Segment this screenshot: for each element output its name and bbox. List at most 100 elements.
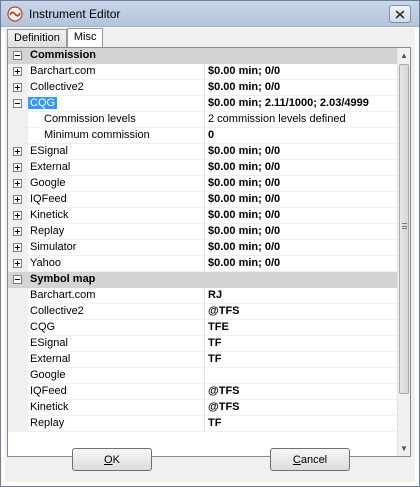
tab-misc[interactable]: Misc [66, 28, 104, 48]
property-name: Google [28, 176, 205, 191]
property-value[interactable]: TFE [205, 320, 398, 335]
close-button[interactable] [389, 5, 411, 23]
grid-property-row[interactable]: Simulator $0.00 min; 0/0 [8, 240, 398, 256]
expand-plus-icon[interactable] [13, 243, 22, 252]
expand-plus-icon[interactable] [13, 147, 22, 156]
property-value[interactable]: 2 commission levels defined [205, 112, 398, 127]
row-gutter [8, 160, 28, 175]
title-bar[interactable]: Instrument Editor [1, 1, 419, 27]
expand-plus-icon[interactable] [13, 83, 22, 92]
property-value[interactable]: $0.00 min; 0/0 [205, 208, 398, 223]
grid-property-row[interactable]: Replay TF [8, 416, 398, 432]
row-gutter [8, 144, 28, 159]
property-name: Collective2 [28, 80, 205, 95]
property-name: Kinetick [28, 208, 205, 223]
grid-category-row[interactable]: Commission [8, 48, 398, 64]
grid-property-row[interactable]: ESignal $0.00 min; 0/0 [8, 144, 398, 160]
property-value[interactable]: $0.00 min; 0/0 [205, 240, 398, 255]
property-name-text: Symbol map [30, 273, 96, 285]
grid-property-row[interactable]: Barchart.com RJ [8, 288, 398, 304]
grid-property-row[interactable]: IQFeed $0.00 min; 0/0 [8, 192, 398, 208]
row-gutter [8, 416, 28, 431]
expand-plus-icon[interactable] [13, 179, 22, 188]
property-value[interactable]: 0 [205, 128, 398, 143]
grid-property-row[interactable]: Commission levels 2 commission levels def… [8, 112, 398, 128]
property-value[interactable] [205, 368, 398, 383]
vertical-scrollbar[interactable]: ▲ ▼ [397, 48, 410, 456]
property-name: IQFeed [28, 192, 205, 207]
scroll-down-arrow-icon[interactable]: ▼ [398, 442, 410, 455]
expand-plus-icon[interactable] [13, 211, 22, 220]
row-gutter [8, 80, 28, 95]
grid-property-row[interactable]: Yahoo $0.00 min; 0/0 [8, 256, 398, 272]
property-name: External [28, 160, 205, 175]
property-value[interactable]: TF [205, 336, 398, 351]
grid-property-row[interactable]: CQG TFE [8, 320, 398, 336]
row-gutter [8, 304, 28, 319]
property-value[interactable]: $0.00 min; 2.11/1000; 2.03/4999 [205, 96, 398, 111]
property-value[interactable]: $0.00 min; 0/0 [205, 192, 398, 207]
property-value[interactable]: @TFS [205, 400, 398, 415]
grid-property-row[interactable]: ESignal TF [8, 336, 398, 352]
grid-property-row[interactable]: Kinetick @TFS [8, 400, 398, 416]
scroll-up-arrow-icon[interactable]: ▲ [398, 49, 410, 62]
property-value[interactable]: @TFS [205, 304, 398, 319]
property-name-text: Barchart.com [30, 65, 96, 77]
grid-property-row[interactable]: CQG $0.00 min; 2.11/1000; 2.03/4999 [8, 96, 398, 112]
grid-property-row[interactable]: Barchart.com $0.00 min; 0/0 [8, 64, 398, 80]
grid-property-row[interactable]: External $0.00 min; 0/0 [8, 160, 398, 176]
collapse-minus-icon[interactable] [13, 99, 22, 108]
row-gutter [8, 128, 28, 143]
property-value[interactable]: TF [205, 416, 398, 431]
property-name-text: ESignal [30, 337, 68, 349]
property-value[interactable]: $0.00 min; 0/0 [205, 160, 398, 175]
property-value[interactable]: $0.00 min; 0/0 [205, 176, 398, 191]
scrollbar-grip-icon [402, 223, 407, 229]
app-logo-icon [7, 6, 23, 22]
grid-property-row[interactable]: Minimum commission 0 [8, 128, 398, 144]
row-gutter [8, 384, 28, 399]
property-value[interactable]: $0.00 min; 0/0 [205, 144, 398, 159]
property-name-text: Replay [30, 225, 65, 237]
collapse-minus-icon[interactable] [13, 275, 22, 284]
property-value[interactable]: RJ [205, 288, 398, 303]
expand-plus-icon[interactable] [13, 67, 22, 76]
grid-property-row[interactable]: External TF [8, 352, 398, 368]
row-gutter [8, 256, 28, 271]
tab-definition[interactable]: Definition [7, 29, 67, 48]
property-value[interactable]: $0.00 min; 0/0 [205, 64, 398, 79]
property-value[interactable]: TF [205, 352, 398, 367]
ok-button[interactable]: OK [72, 448, 152, 471]
grid-property-row[interactable]: Replay $0.00 min; 0/0 [8, 224, 398, 240]
grid-property-row[interactable]: Kinetick $0.00 min; 0/0 [8, 208, 398, 224]
property-value[interactable]: $0.00 min; 0/0 [205, 256, 398, 271]
row-gutter [8, 272, 28, 287]
cancel-button[interactable]: Cancel [270, 448, 350, 471]
scrollbar-thumb[interactable] [399, 64, 409, 394]
property-name: ESignal [28, 336, 205, 351]
property-value[interactable]: @TFS [205, 384, 398, 399]
grid-property-row[interactable]: Google [8, 368, 398, 384]
grid-property-row[interactable]: Google $0.00 min; 0/0 [8, 176, 398, 192]
property-name-text: Minimum commission [44, 129, 150, 141]
window-title: Instrument Editor [29, 7, 121, 21]
grid-category-row[interactable]: Symbol map [8, 272, 398, 288]
grid-property-row[interactable]: Collective2 $0.00 min; 0/0 [8, 80, 398, 96]
grid-property-row[interactable]: IQFeed @TFS [8, 384, 398, 400]
expand-plus-icon[interactable] [13, 259, 22, 268]
grid-property-row[interactable]: Collective2 @TFS [8, 304, 398, 320]
expand-plus-icon[interactable] [13, 227, 22, 236]
collapse-minus-icon[interactable] [13, 51, 22, 60]
property-name-text: IQFeed [30, 385, 67, 397]
row-gutter [8, 112, 28, 127]
cancel-button-accel: C [292, 453, 301, 466]
expand-plus-icon[interactable] [13, 163, 22, 172]
property-value[interactable]: $0.00 min; 0/0 [205, 80, 398, 95]
cancel-button-label: ancel [300, 453, 328, 466]
property-name: Google [28, 368, 205, 383]
row-gutter [8, 192, 28, 207]
property-value[interactable]: $0.00 min; 0/0 [205, 224, 398, 239]
expand-plus-icon[interactable] [13, 195, 22, 204]
property-name: Minimum commission [28, 128, 205, 143]
property-name: External [28, 352, 205, 367]
